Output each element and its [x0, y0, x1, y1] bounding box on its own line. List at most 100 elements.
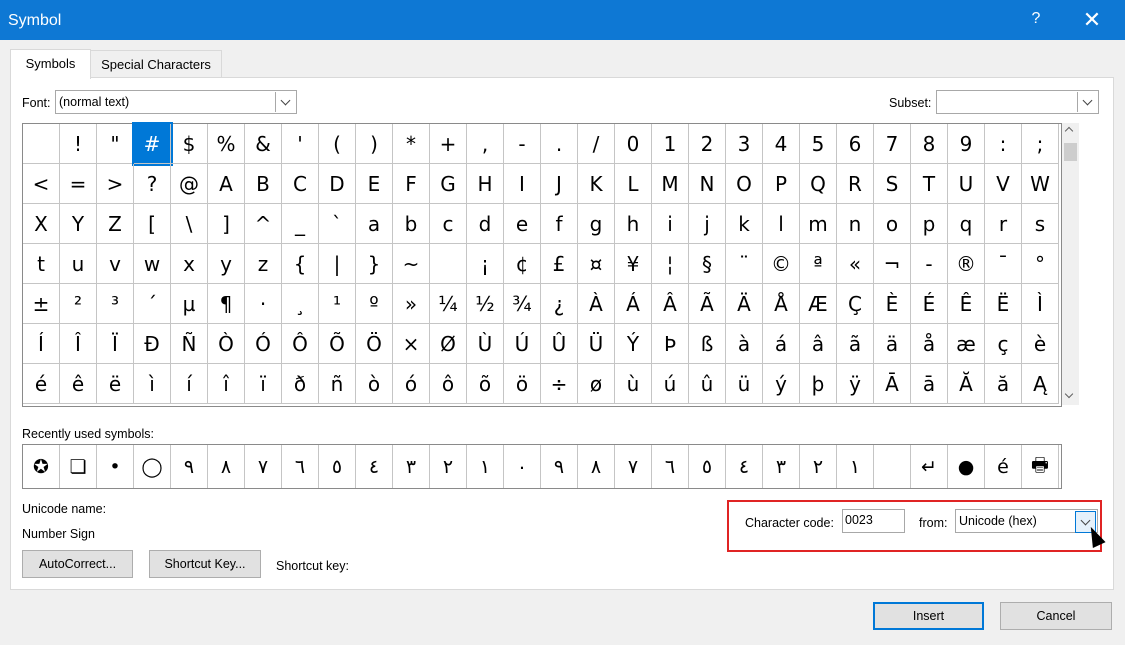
recent-symbol-cell[interactable]: ٩: [171, 445, 208, 488]
recent-symbol-cell[interactable]: ٣: [393, 445, 430, 488]
symbol-cell[interactable]: s: [1022, 204, 1059, 244]
symbol-cell[interactable]: R: [837, 164, 874, 204]
symbol-cell[interactable]: É: [911, 284, 948, 324]
symbol-cell[interactable]: 6: [837, 124, 874, 164]
symbol-cell[interactable]: ù: [615, 364, 652, 404]
symbol-cell[interactable]: ?: [134, 164, 171, 204]
symbol-cell[interactable]: M: [652, 164, 689, 204]
symbol-cell[interactable]: o: [874, 204, 911, 244]
symbol-cell[interactable]: !: [60, 124, 97, 164]
symbol-cell[interactable]: z: [245, 244, 282, 284]
recent-symbol-cell[interactable]: ٤: [356, 445, 393, 488]
recent-symbol-cell[interactable]: ✪: [23, 445, 60, 488]
symbol-cell[interactable]: 1: [652, 124, 689, 164]
cancel-button[interactable]: Cancel: [1000, 602, 1112, 630]
symbol-cell[interactable]: P: [763, 164, 800, 204]
symbol-cell[interactable]: ¨: [726, 244, 763, 284]
symbol-cell[interactable]: ®: [948, 244, 985, 284]
symbol-cell[interactable]: ±: [23, 284, 60, 324]
symbol-cell[interactable]: æ: [948, 324, 985, 364]
symbol-cell[interactable]: ¬: [874, 244, 911, 284]
symbol-cell[interactable]: Î: [60, 324, 97, 364]
symbol-cell[interactable]: þ: [800, 364, 837, 404]
shortcut-key-button[interactable]: Shortcut Key...: [149, 550, 261, 578]
symbol-cell[interactable]: ¤: [578, 244, 615, 284]
recent-symbol-cell[interactable]: ٧: [245, 445, 282, 488]
symbol-cell[interactable]: 9: [948, 124, 985, 164]
symbol-cell[interactable]: û: [689, 364, 726, 404]
symbol-cell[interactable]: Ý: [615, 324, 652, 364]
symbol-cell[interactable]: m: [800, 204, 837, 244]
symbol-cell[interactable]: ^: [245, 204, 282, 244]
symbol-cell[interactable]: *: [393, 124, 430, 164]
symbol-cell[interactable]: ´: [134, 284, 171, 324]
symbol-cell[interactable]: ~: [393, 244, 430, 284]
symbol-cell[interactable]: ç: [985, 324, 1022, 364]
recent-symbol-cell[interactable]: ●: [948, 445, 985, 488]
symbol-cell[interactable]: ×: [393, 324, 430, 364]
symbol-cell[interactable]: Ë: [985, 284, 1022, 324]
symbol-cell[interactable]: ¼: [430, 284, 467, 324]
symbol-cell[interactable]: ÷: [541, 364, 578, 404]
subset-dropdown[interactable]: [936, 90, 1099, 114]
symbol-cell[interactable]: Ç: [837, 284, 874, 324]
symbol-cell[interactable]: 8: [911, 124, 948, 164]
symbol-cell[interactable]: Ă: [948, 364, 985, 404]
tab-symbols[interactable]: Symbols: [10, 49, 91, 79]
symbol-cell[interactable]: î: [208, 364, 245, 404]
symbol-cell[interactable]: D: [319, 164, 356, 204]
symbol-cell[interactable]: A: [208, 164, 245, 204]
symbol-cell[interactable]: j: [689, 204, 726, 244]
symbol-cell[interactable]: v: [97, 244, 134, 284]
symbol-cell[interactable]: «: [837, 244, 874, 284]
symbol-cell[interactable]: |: [319, 244, 356, 284]
symbol-cell[interactable]: 4: [763, 124, 800, 164]
symbol-cell[interactable]: £: [541, 244, 578, 284]
symbol-cell[interactable]: ©: [763, 244, 800, 284]
symbol-cell[interactable]: Ê: [948, 284, 985, 324]
symbol-cell[interactable]: ¡: [467, 244, 504, 284]
symbol-cell[interactable]: F: [393, 164, 430, 204]
symbol-cell[interactable]: q: [948, 204, 985, 244]
symbol-cell[interactable]: Ā: [874, 364, 911, 404]
symbol-cell[interactable]: O: [726, 164, 763, 204]
recent-symbol-cell[interactable]: ١: [467, 445, 504, 488]
symbol-cell[interactable]: X: [23, 204, 60, 244]
symbol-cell[interactable]: C: [282, 164, 319, 204]
recent-symbol-cell[interactable]: é: [985, 445, 1022, 488]
scroll-up-icon[interactable]: [1064, 126, 1074, 136]
symbol-cell[interactable]: Ä: [726, 284, 763, 324]
symbol-cell[interactable]: I: [504, 164, 541, 204]
recent-symbol-cell[interactable]: ٩: [541, 445, 578, 488]
symbol-cell[interactable]: `: [319, 204, 356, 244]
tab-special-characters[interactable]: Special Characters: [90, 50, 222, 78]
symbol-cell[interactable]: n: [837, 204, 874, 244]
symbol-cell[interactable]: +: [430, 124, 467, 164]
symbol-cell[interactable]: ï: [245, 364, 282, 404]
symbol-cell[interactable]: B: [245, 164, 282, 204]
symbol-cell[interactable]: 0: [615, 124, 652, 164]
symbol-cell[interactable]: »: [393, 284, 430, 324]
symbol-cell[interactable]: Á: [615, 284, 652, 324]
symbol-cell[interactable]: i: [652, 204, 689, 244]
symbol-cell[interactable]: °: [1022, 244, 1059, 284]
symbol-cell[interactable]: _: [282, 204, 319, 244]
symbol-cell[interactable]: Ü: [578, 324, 615, 364]
symbol-cell[interactable]: ß: [689, 324, 726, 364]
symbol-cell[interactable]: [430, 244, 467, 284]
recent-symbol-cell[interactable]: ٨: [208, 445, 245, 488]
recent-symbol-cell[interactable]: •: [97, 445, 134, 488]
character-code-input[interactable]: 0023: [842, 509, 905, 533]
symbol-cell[interactable]: Y: [60, 204, 97, 244]
symbol-cell[interactable]: Ö: [356, 324, 393, 364]
symbol-cell[interactable]: L: [615, 164, 652, 204]
symbol-cell[interactable]: Õ: [319, 324, 356, 364]
symbol-cell[interactable]: ': [282, 124, 319, 164]
symbol-cell[interactable]: ó: [393, 364, 430, 404]
symbol-cell[interactable]: ê: [60, 364, 97, 404]
symbol-cell[interactable]: [23, 124, 60, 164]
symbol-cell[interactable]: ë: [97, 364, 134, 404]
scrollbar-thumb[interactable]: [1064, 143, 1077, 161]
symbol-cell[interactable]: S: [874, 164, 911, 204]
symbol-cell[interactable]: À: [578, 284, 615, 324]
